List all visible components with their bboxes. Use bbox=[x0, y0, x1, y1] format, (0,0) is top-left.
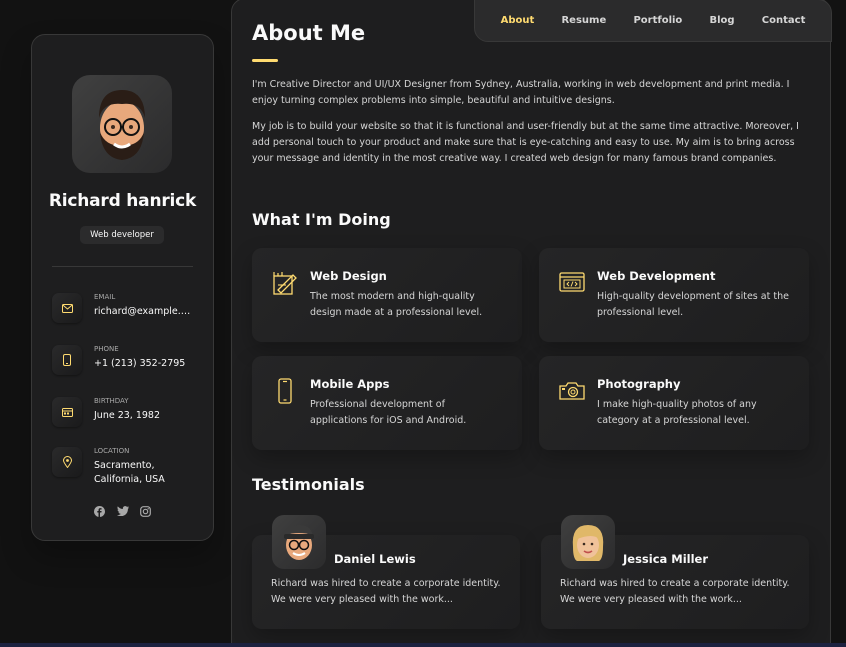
testimonials-heading: Testimonials bbox=[252, 475, 365, 494]
service-card-web-development: Web Development High-quality development… bbox=[539, 248, 809, 342]
phone-icon bbox=[52, 345, 82, 375]
testimonial-name: Daniel Lewis bbox=[334, 552, 416, 566]
mobile-icon bbox=[272, 378, 298, 404]
sidebar-separator bbox=[52, 266, 193, 267]
profile-title-badge: Web developer bbox=[80, 226, 164, 244]
service-card-web-design: Web Design The most modern and high-qual… bbox=[252, 248, 522, 342]
code-icon bbox=[559, 270, 585, 296]
location-icon bbox=[52, 447, 82, 477]
service-title: Photography bbox=[597, 377, 681, 391]
social-links bbox=[32, 505, 213, 517]
service-desc: Professional development of applications… bbox=[310, 399, 467, 426]
design-icon bbox=[272, 270, 298, 296]
phone-value[interactable]: +1 (213) 352-2795 bbox=[94, 357, 194, 371]
about-paragraph-2: My job is to build your website so that … bbox=[252, 121, 799, 164]
twitter-icon[interactable] bbox=[116, 505, 129, 517]
nav-portfolio[interactable]: Portfolio bbox=[633, 15, 682, 26]
email-label: Email bbox=[94, 293, 116, 301]
nav-blog[interactable]: Blog bbox=[710, 15, 735, 26]
main-content: About Resume Portfolio Blog Contact Abou… bbox=[231, 0, 832, 647]
navbar: About Resume Portfolio Blog Contact bbox=[474, 0, 832, 42]
testimonial-avatar-daniel bbox=[272, 515, 326, 569]
page-title: About Me bbox=[252, 21, 366, 45]
birthday-label: Birthday bbox=[94, 397, 129, 405]
memoji-avatar-icon bbox=[284, 525, 314, 560]
profile-avatar bbox=[72, 75, 172, 173]
contact-email: Email richard@example.c... bbox=[52, 289, 202, 329]
memoji-avatar-icon bbox=[572, 525, 604, 561]
nav-resume[interactable]: Resume bbox=[561, 15, 606, 26]
service-title: Web Design bbox=[310, 269, 387, 283]
service-card-photography: Photography I make high-quality photos o… bbox=[539, 356, 809, 450]
memoji-avatar-icon bbox=[99, 90, 145, 160]
service-title: Web Development bbox=[597, 269, 716, 283]
calendar-icon bbox=[52, 397, 82, 427]
title-underline bbox=[252, 59, 278, 62]
bottom-edge bbox=[0, 643, 846, 647]
contact-location: Location Sacramento, California, USA bbox=[52, 443, 202, 485]
services-heading: What I'm Doing bbox=[252, 210, 391, 229]
testimonial-text: Richard was hired to create a corporate … bbox=[560, 578, 790, 605]
nav-about[interactable]: About bbox=[501, 15, 535, 26]
phone-label: Phone bbox=[94, 345, 119, 353]
camera-icon bbox=[559, 378, 585, 404]
facebook-icon[interactable] bbox=[94, 505, 106, 517]
mail-icon bbox=[52, 293, 82, 323]
birthday-value: June 23, 1982 bbox=[94, 410, 161, 421]
instagram-icon[interactable] bbox=[140, 505, 152, 517]
contact-phone: Phone +1 (213) 352-2795 bbox=[52, 341, 202, 381]
contact-birthday: Birthday June 23, 1982 bbox=[52, 393, 202, 433]
service-desc: High-quality development of sites at the… bbox=[597, 291, 789, 318]
sidebar: Richard hanrick Web developer Email rich… bbox=[31, 34, 214, 541]
service-card-mobile-apps: Mobile Apps Professional development of … bbox=[252, 356, 522, 450]
testimonial-name: Jessica Miller bbox=[623, 552, 709, 566]
email-value[interactable]: richard@example.c... bbox=[94, 305, 194, 319]
service-desc: The most modern and high-quality design … bbox=[310, 291, 483, 318]
nav-contact[interactable]: Contact bbox=[762, 15, 806, 26]
testimonial-avatar-jessica bbox=[561, 515, 615, 569]
location-value: Sacramento, California, USA bbox=[94, 460, 165, 485]
about-paragraph-1: I'm Creative Director and UI/UX Designer… bbox=[252, 79, 790, 106]
service-title: Mobile Apps bbox=[310, 377, 390, 391]
service-desc: I make high-quality photos of any catego… bbox=[597, 399, 757, 426]
profile-name: Richard hanrick bbox=[48, 191, 197, 211]
testimonial-text: Richard was hired to create a corporate … bbox=[271, 578, 501, 605]
location-label: Location bbox=[94, 447, 130, 455]
